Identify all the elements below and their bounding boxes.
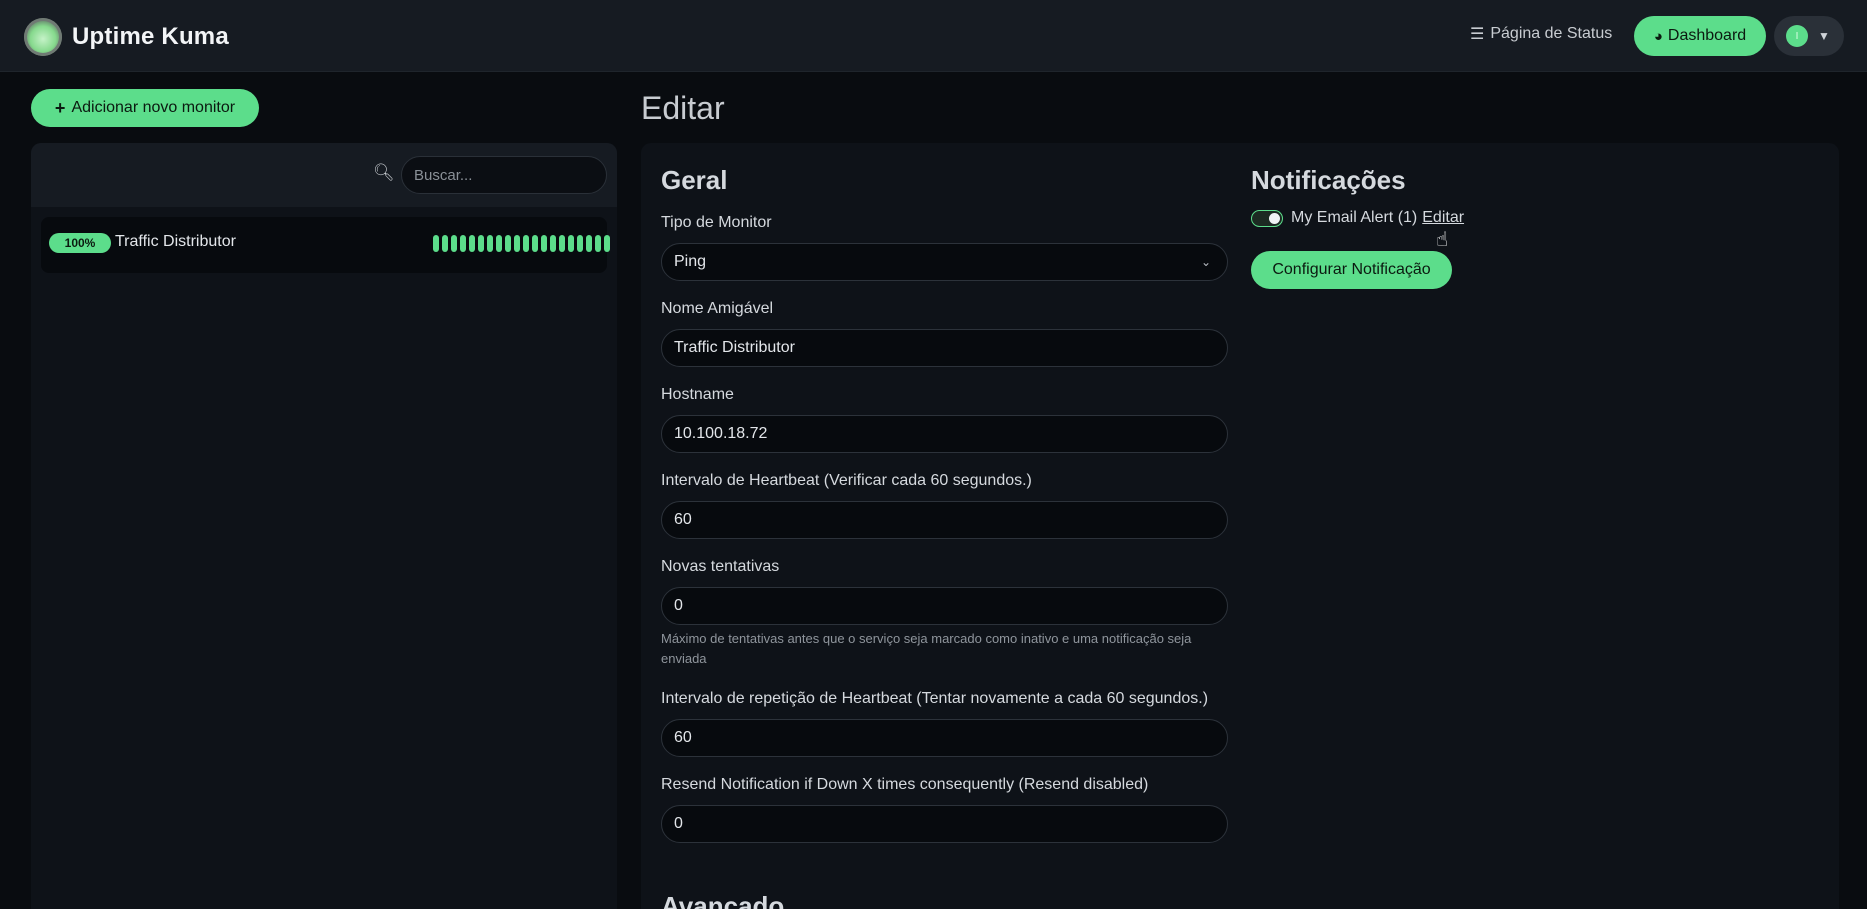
chevron-down-icon: ⌄ [1200, 255, 1211, 269]
retry-interval-label: Intervalo de repetição de Heartbeat (Ten… [661, 690, 1209, 707]
heartbeat-interval-value: 60 [674, 511, 692, 528]
heartbeat-beat [478, 235, 484, 252]
profile-dropdown[interactable]: I ▼ [1774, 16, 1844, 56]
uptime-badge: 100% [49, 233, 111, 253]
dashboard-button[interactable]: ◕ Dashboard [1634, 16, 1766, 56]
configure-notification-button[interactable]: Configurar Notificação [1251, 251, 1452, 289]
heartbeat-interval-label: Intervalo de Heartbeat (Verificar cada 6… [661, 472, 1032, 489]
plus-icon: + [54, 97, 66, 118]
hostname-value: 10.100.18.72 [674, 425, 768, 442]
uptime-kuma-logo-icon [24, 18, 62, 56]
heartbeat-beat [577, 235, 583, 252]
monitor-name: Traffic Distributor [115, 233, 236, 250]
brand[interactable]: Uptime Kuma [24, 18, 229, 56]
hostname-input[interactable]: 10.100.18.72 [661, 415, 1228, 453]
monitor-type-select[interactable]: Ping ⌄ [661, 243, 1228, 281]
retry-interval-value: 60 [674, 729, 692, 746]
heartbeat-bar [433, 235, 610, 252]
gauge-icon: ◕ [1653, 27, 1663, 45]
list-icon: ☰ [1470, 26, 1485, 43]
top-navbar: Uptime Kuma ☰ Página de Status ◕ Dashboa… [0, 0, 1867, 72]
heartbeat-beat [523, 235, 529, 252]
heartbeat-beat [505, 235, 511, 252]
chevron-down-icon: ▼ [1818, 29, 1830, 43]
advanced-section-title: Avançado [661, 891, 785, 909]
heartbeat-beat [586, 235, 592, 252]
add-monitor-label: Adicionar novo monitor [71, 99, 236, 116]
heartbeat-beat [595, 235, 601, 252]
monitor-list-item[interactable]: 100% Traffic Distributor [41, 217, 610, 273]
retries-label: Novas tentativas [661, 558, 780, 575]
friendly-name-value: Traffic Distributor [674, 339, 795, 356]
friendly-name-input[interactable]: Traffic Distributor [661, 329, 1228, 367]
monitor-list-header: 🔍︎ [31, 143, 617, 207]
heartbeat-beat [541, 235, 547, 252]
heartbeat-beat [550, 235, 556, 252]
search-icon: 🔍︎ [373, 163, 395, 182]
resend-value: 0 [674, 815, 683, 832]
heartbeat-beat [604, 235, 610, 252]
heartbeat-beat [433, 235, 439, 252]
general-section-title: Geral [661, 165, 728, 195]
heartbeat-beat [559, 235, 565, 252]
retries-value: 0 [674, 597, 683, 614]
notification-item: My Email Alert (1) Editar [1251, 209, 1464, 227]
resend-input[interactable]: 0 [661, 805, 1228, 843]
app-title: Uptime Kuma [72, 23, 229, 50]
hostname-label: Hostname [661, 386, 734, 403]
add-monitor-button[interactable]: + Adicionar novo monitor [31, 89, 259, 127]
status-page-link[interactable]: ☰ Página de Status [1470, 24, 1612, 44]
monitor-type-value: Ping [674, 253, 707, 270]
heartbeat-beat [487, 235, 493, 252]
avatar: I [1786, 25, 1808, 47]
pointer-cursor-icon: ☝︎ [1436, 229, 1449, 251]
resend-label: Resend Notification if Down X times cons… [661, 776, 1149, 793]
heartbeat-beat [514, 235, 520, 252]
heartbeat-beat [568, 235, 574, 252]
dashboard-label: Dashboard [1667, 27, 1747, 44]
heartbeat-beat [460, 235, 466, 252]
notification-item-label: My Email Alert (1) [1291, 209, 1418, 226]
friendly-name-label: Nome Amigável [661, 300, 774, 317]
heartbeat-interval-input[interactable]: 60 [661, 501, 1228, 539]
retries-help-text: Máximo de tentativas antes que o serviço… [661, 631, 1192, 666]
heartbeat-beat [496, 235, 502, 252]
heartbeat-beat [442, 235, 448, 252]
search-input[interactable] [401, 156, 607, 194]
toggle-knob [1269, 212, 1280, 224]
edit-form-panel: Geral Tipo de Monitor Ping ⌄ Nome Amigáv… [641, 143, 1839, 909]
monitor-type-label: Tipo de Monitor [661, 214, 772, 231]
edit-notification-link[interactable]: Editar [1422, 209, 1464, 227]
page-title: Editar [641, 90, 725, 126]
monitor-list-panel: 🔍︎ 100% Traffic Distributor [31, 143, 617, 909]
heartbeat-beat [469, 235, 475, 252]
notification-toggle[interactable] [1251, 209, 1283, 227]
status-page-label: Página de Status [1490, 25, 1613, 42]
notifications-section-title: Notificações [1251, 165, 1406, 195]
heartbeat-beat [451, 235, 457, 252]
heartbeat-beat [532, 235, 538, 252]
retries-input[interactable]: 0 [661, 587, 1228, 625]
retry-interval-input[interactable]: 60 [661, 719, 1228, 757]
